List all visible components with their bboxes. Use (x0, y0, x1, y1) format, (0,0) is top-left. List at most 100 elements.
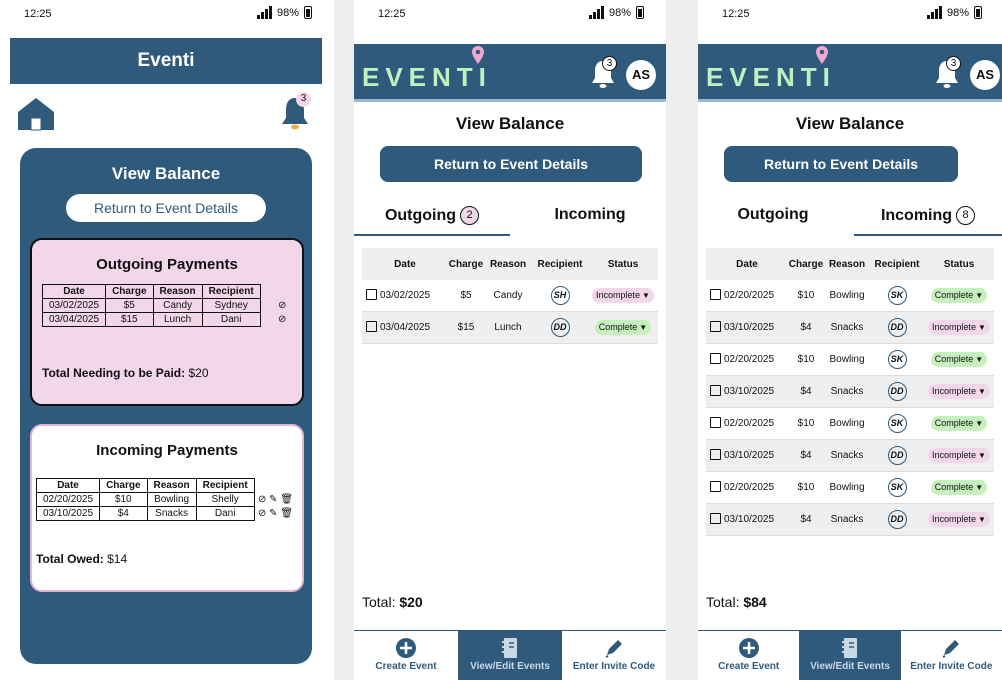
total-label: Total: (706, 594, 740, 610)
tab-incoming[interactable]: Incoming 8 (854, 206, 1002, 225)
status-dropdown[interactable]: Incomplete ▼ (592, 288, 654, 303)
cell-date: 03/02/2025 (380, 290, 431, 301)
recipient-avatar: DD (887, 446, 907, 465)
outgoing-title: Outgoing Payments (96, 256, 238, 273)
nav-create-event[interactable]: Create Event (698, 631, 799, 680)
row-checkbox[interactable] (710, 416, 721, 428)
column-header: Charge (448, 258, 484, 270)
table-row: 03/10/2025 $4 Snacks DD Incomplete ▼ (706, 440, 994, 472)
cell-date: 02/20/2025 (724, 354, 775, 365)
dropdown-arrow-icon: ▼ (978, 515, 986, 524)
status-dropdown[interactable]: Complete ▼ (930, 416, 988, 431)
nav-enter-invite-code[interactable]: Enter Invite Code (901, 631, 1002, 680)
check-circle-icon[interactable]: ⊘ (258, 508, 266, 519)
status-text: Incomplete (932, 514, 977, 524)
total-label: Total Owed: (36, 552, 104, 566)
nav-view-edit-events[interactable]: View/Edit Events (799, 631, 901, 680)
status-dropdown[interactable]: Incomplete ▼ (928, 448, 990, 463)
recipient-avatar: DD (887, 510, 907, 529)
column-header: Reason (146, 478, 197, 493)
app-logo[interactable]: EVENTI (362, 62, 492, 93)
status-dropdown[interactable]: Incomplete ▼ (928, 384, 990, 399)
notification-button[interactable]: 3 (280, 92, 314, 130)
row-checkbox[interactable] (710, 384, 721, 396)
status-text: Incomplete (932, 450, 977, 460)
tab-label: Outgoing (384, 207, 457, 224)
tab-outgoing[interactable]: Outgoing 2 (354, 206, 510, 225)
table-header: Date Charge Reason Recipient Status (706, 248, 994, 280)
return-to-event-button[interactable]: Return to Event Details (66, 194, 266, 222)
cell: 02/20/2025 (35, 492, 101, 507)
cell-reason: Snacks (830, 514, 864, 525)
row-checkbox[interactable] (710, 320, 721, 332)
incoming-payments-card: Incoming Payments Date Charge Reason Rec… (30, 424, 304, 592)
table-header: Date Charge Reason Recipient Status (362, 248, 658, 280)
cell-date: 03/04/2025 (380, 322, 431, 333)
cell-reason: Snacks (830, 450, 864, 461)
recipient-avatar: DD (550, 318, 570, 337)
status-dropdown[interactable]: Complete ▼ (930, 352, 988, 367)
dropdown-arrow-icon: ▼ (642, 291, 650, 300)
return-to-event-button[interactable]: Return to Event Details (724, 146, 958, 182)
status-dropdown[interactable]: Complete ▼ (594, 320, 652, 335)
check-circle-icon[interactable]: ⊘ (278, 313, 286, 327)
avatar[interactable]: AS (626, 60, 656, 90)
column-header: Recipient (874, 258, 920, 270)
row-checkbox[interactable] (366, 320, 377, 332)
check-circle-icon[interactable]: ⊘ (258, 494, 266, 505)
column-header: Date (35, 478, 101, 493)
notification-button[interactable]: 3 (590, 56, 617, 88)
tab-incoming[interactable]: Incoming (514, 206, 666, 224)
notebook-icon (502, 638, 517, 658)
row-checkbox[interactable] (710, 480, 721, 492)
nav-enter-invite-code[interactable]: Enter Invite Code (562, 631, 666, 680)
tab-count-badge: 8 (956, 206, 976, 225)
status-dropdown[interactable]: Complete ▼ (930, 480, 988, 495)
row-checkbox[interactable] (710, 288, 721, 300)
table-row: 03/02/2025 $5 Candy SH Incomplete ▼ (362, 280, 658, 312)
tab-outgoing[interactable]: Outgoing (698, 206, 848, 224)
app-header: Eventi (10, 38, 322, 84)
avatar[interactable]: AS (970, 60, 1000, 90)
total-value: $20 (188, 366, 209, 380)
cell-date: 03/10/2025 (724, 386, 775, 397)
row-checkbox[interactable] (710, 512, 721, 524)
balance-panel: View Balance Return to Event Details Out… (20, 148, 312, 664)
cell-reason: Candy (493, 290, 523, 301)
tab-label: Incoming (554, 206, 626, 223)
check-circle-icon[interactable]: ⊘ (278, 299, 286, 313)
edit-icon[interactable]: ✎ (269, 494, 277, 505)
status-bar: 12:25 98% (354, 0, 666, 36)
status-text: Incomplete (932, 386, 977, 396)
row-checkbox[interactable] (366, 288, 377, 300)
column-header: Recipient (201, 284, 261, 299)
notification-button[interactable]: 3 (934, 56, 961, 88)
nav-create-event[interactable]: Create Event (354, 631, 458, 680)
status-dropdown[interactable]: Incomplete ▼ (928, 512, 990, 527)
total-value: $20 (399, 594, 423, 610)
row-checkbox[interactable] (710, 448, 721, 460)
trash-icon[interactable]: 🗑 (280, 494, 293, 505)
cell-date: 02/20/2025 (724, 482, 775, 493)
notification-badge: 3 (946, 56, 961, 71)
status-dropdown[interactable]: Incomplete ▼ (928, 320, 990, 335)
trash-icon[interactable]: 🗑 (280, 508, 293, 519)
status-dropdown[interactable]: Complete ▼ (930, 288, 988, 303)
home-icon[interactable] (16, 96, 56, 132)
row-checkbox[interactable] (710, 352, 721, 364)
view-balance-title: View Balance (111, 164, 221, 183)
signal-icon (926, 6, 942, 19)
return-to-event-button[interactable]: Return to Event Details (380, 146, 642, 182)
cell: Shelly (195, 492, 255, 507)
nav-view-edit-events[interactable]: View/Edit Events (458, 631, 562, 680)
cell-date: 02/20/2025 (724, 418, 775, 429)
cell-date: 03/10/2025 (724, 450, 775, 461)
app-logo[interactable]: EVENTI (706, 62, 836, 93)
location-pin-icon (472, 46, 484, 64)
signal-icon (256, 6, 272, 19)
edit-icon[interactable]: ✎ (269, 508, 277, 519)
recipient-avatar: SK (887, 350, 907, 369)
payments-table: Date Charge Reason Recipient Status 03/0… (362, 248, 658, 344)
total: Total: $84 (706, 594, 767, 610)
column-header: Charge (99, 478, 148, 493)
